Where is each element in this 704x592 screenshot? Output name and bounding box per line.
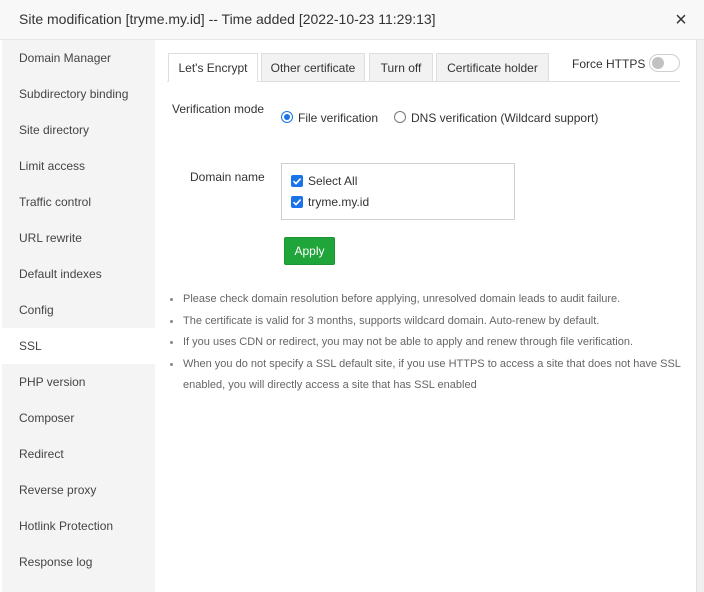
sidebar-item-subdirectory-binding[interactable]: Subdirectory binding (2, 76, 155, 112)
ssl-panel: Let's Encrypt Other certificate Turn off… (155, 40, 695, 592)
dialog-title: Site modification [tryme.my.id] -- Time … (19, 11, 436, 27)
dns-verification-label[interactable]: DNS verification (Wildcard support) (411, 111, 598, 125)
dns-verification-radio[interactable] (394, 111, 406, 123)
verification-mode-label: Verification mode (172, 102, 265, 116)
toggle-knob (652, 57, 664, 69)
sidebar-item-config[interactable]: Config (2, 292, 155, 328)
dialog-titlebar: Site modification [tryme.my.id] -- Time … (0, 0, 704, 40)
select-all-checkbox[interactable] (291, 175, 303, 187)
force-https-toggle[interactable] (649, 54, 680, 72)
note-item: The certificate is valid for 3 months, s… (167, 311, 687, 333)
domain-list: Select All tryme.my.id (281, 163, 515, 220)
tab-lets-encrypt[interactable]: Let's Encrypt (168, 53, 258, 82)
domain-name-label: Domain name (190, 170, 265, 184)
apply-button[interactable]: Apply (284, 237, 335, 265)
tab-turn-off[interactable]: Turn off (369, 53, 433, 81)
sidebar-item-hotlink-protection[interactable]: Hotlink Protection (2, 508, 155, 544)
sidebar-item-url-rewrite[interactable]: URL rewrite (2, 220, 155, 256)
settings-sidebar: Domain Manager Subdirectory binding Site… (2, 40, 155, 592)
select-all-label[interactable]: Select All (308, 174, 357, 188)
ssl-notes-list: Please check domain resolution before ap… (167, 289, 687, 397)
sidebar-item-composer[interactable]: Composer (2, 400, 155, 436)
scrollbar[interactable] (696, 40, 704, 592)
sidebar-item-traffic-control[interactable]: Traffic control (2, 184, 155, 220)
force-https-label: Force HTTPS (572, 57, 646, 71)
domain-checkbox[interactable] (291, 196, 303, 208)
sidebar-item-php-version[interactable]: PHP version (2, 364, 155, 400)
sidebar-item-reverse-proxy[interactable]: Reverse proxy (2, 472, 155, 508)
checkmark-icon (292, 199, 302, 206)
sidebar-item-default-indexes[interactable]: Default indexes (2, 256, 155, 292)
sidebar-item-limit-access[interactable]: Limit access (2, 148, 155, 184)
domain-item-label[interactable]: tryme.my.id (308, 195, 369, 209)
note-item: If you uses CDN or redirect, you may not… (167, 332, 687, 354)
sidebar-item-domain-manager[interactable]: Domain Manager (2, 40, 155, 76)
checkmark-icon (292, 178, 302, 185)
site-modification-dialog: Site modification [tryme.my.id] -- Time … (0, 0, 704, 592)
file-verification-radio[interactable] (281, 111, 293, 123)
sidebar-item-site-directory[interactable]: Site directory (2, 112, 155, 148)
tab-certificate-holder[interactable]: Certificate holder (436, 53, 549, 81)
note-item: When you do not specify a SSL default si… (167, 354, 687, 397)
file-verification-label[interactable]: File verification (298, 111, 378, 125)
tab-other-certificate[interactable]: Other certificate (261, 53, 365, 81)
sidebar-item-response-log[interactable]: Response log (2, 544, 155, 580)
sidebar-item-redirect[interactable]: Redirect (2, 436, 155, 472)
note-item: Please check domain resolution before ap… (167, 289, 687, 311)
sidebar-item-ssl[interactable]: SSL (2, 328, 155, 364)
close-icon[interactable]: × (670, 9, 692, 31)
